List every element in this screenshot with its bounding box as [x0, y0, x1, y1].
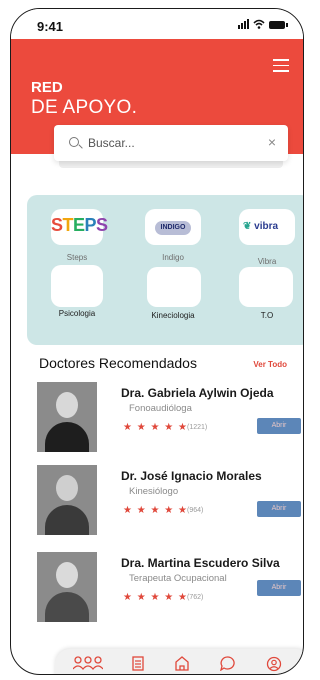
doctor-card[interactable]: Dra. Gabriela Aylwin Ojeda Fonoaudióloga… [37, 382, 303, 452]
category-label-vibra: Vibra [257, 257, 277, 266]
specialty-tile-psicologia[interactable] [51, 265, 103, 307]
people-icon[interactable] [72, 656, 104, 672]
bottom-nav [55, 649, 303, 674]
doctor-name: Dr. José Ignacio Morales [121, 469, 262, 483]
document-icon[interactable] [129, 656, 147, 672]
x-icon[interactable]: × [268, 134, 276, 150]
rating-stars: ★ ★ ★ ★ ★ [123, 505, 188, 516]
review-count: (1221) [187, 424, 208, 431]
steps-logo: STEPS [51, 215, 108, 235]
open-button[interactable]: Abrir [257, 580, 301, 596]
category-label-indigo: Indigo [162, 253, 184, 262]
search-bar[interactable]: × [54, 125, 288, 161]
status-bar: 9:41 [11, 9, 303, 39]
doctor-photo [37, 382, 97, 452]
open-button[interactable]: Abrir [257, 418, 301, 434]
search-input[interactable] [86, 135, 250, 151]
doctor-card[interactable]: Dr. José Ignacio Morales Kinesiólogo ★ ★… [37, 465, 303, 535]
category-tile-vibra[interactable]: ❦ vibra [239, 209, 295, 245]
category-tile-indigo[interactable]: INDIGO [145, 209, 201, 245]
doctor-photo [37, 465, 97, 535]
header-title-line1: RED [31, 79, 63, 96]
search-icon [69, 137, 79, 147]
doctor-name: Dra. Gabriela Aylwin Ojeda [121, 386, 274, 400]
specialty-tile-kineciologia[interactable] [147, 267, 201, 307]
specialty-tile-to[interactable] [239, 267, 293, 307]
home-icon[interactable] [173, 656, 191, 672]
status-icons [238, 19, 288, 29]
menu-icon[interactable] [273, 59, 289, 72]
phone-frame: 9:41 RED DE APOYO. × STEPS [10, 8, 304, 675]
doctor-card[interactable]: Dra. Martina Escudero Silva Terapeuta Oc… [37, 552, 303, 622]
vibra-logo: ❦ vibra [243, 221, 279, 232]
category-tile-steps[interactable]: STEPS [51, 209, 108, 245]
battery-icon [269, 21, 288, 29]
doctor-name: Dra. Martina Escudero Silva [121, 556, 280, 570]
rating-stars: ★ ★ ★ ★ ★ [123, 422, 188, 433]
doctor-photo [37, 552, 97, 622]
status-time: 9:41 [37, 19, 64, 34]
chat-icon[interactable] [219, 656, 237, 672]
doctor-specialty: Fonoaudióloga [129, 403, 192, 414]
see-all-link[interactable]: Ver Todo [253, 360, 287, 369]
open-button[interactable]: Abrir [257, 501, 301, 517]
review-count: (762) [187, 594, 204, 601]
doctor-specialty: Kinesiólogo [129, 486, 179, 497]
category-label-steps: Steps [66, 253, 88, 262]
recommended-title: Doctores Recomendados [39, 355, 197, 371]
header-title-line2: DE APOYO. [31, 97, 138, 118]
profile-icon[interactable] [265, 656, 283, 672]
review-count: (964) [187, 507, 204, 514]
signal-icon [238, 19, 249, 29]
indigo-logo: INDIGO [155, 221, 191, 235]
rating-stars: ★ ★ ★ ★ ★ [123, 592, 188, 603]
doctor-specialty: Terapeuta Ocupacional [129, 573, 227, 584]
categories-panel: STEPS Steps INDIGO Indigo ❦ vibra Vibra … [27, 195, 303, 345]
specialty-label-to: T.O [260, 311, 274, 320]
wifi-icon [253, 19, 265, 29]
specialty-label-kineciologia: Kineciologia [151, 311, 195, 320]
specialty-label-psicologia: Psicologia [58, 309, 96, 318]
